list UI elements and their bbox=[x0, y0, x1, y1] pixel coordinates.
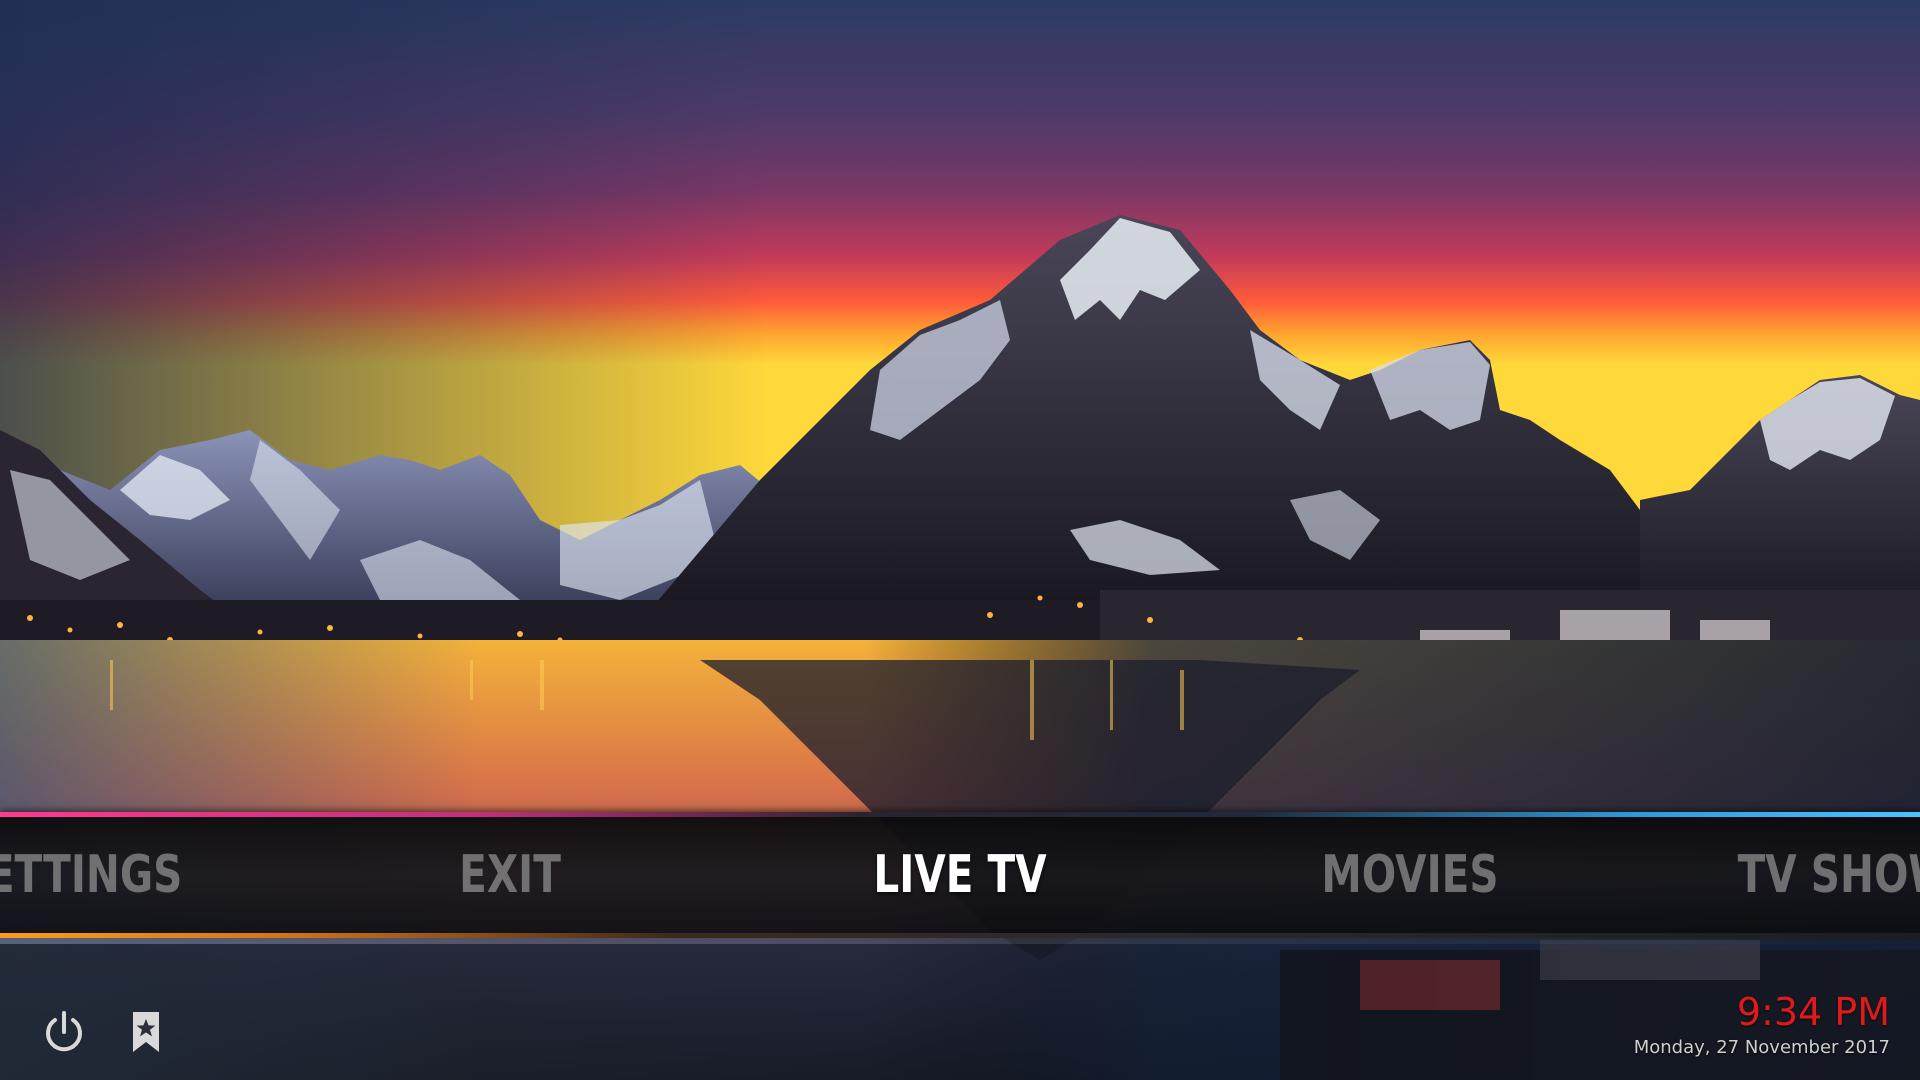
footer-shade bbox=[0, 944, 1920, 1080]
menu-item-live-tv[interactable]: LIVE TV bbox=[788, 817, 1131, 933]
main-menu-bar: SETTINGS EXIT LIVE TV MOVIES TV SHOWS bbox=[0, 812, 1920, 938]
menu-item-tv-shows[interactable]: TV SHOWS bbox=[1688, 817, 1920, 933]
menu-item-movies[interactable]: MOVIES bbox=[1238, 817, 1581, 933]
home-screen: SETTINGS EXIT LIVE TV MOVIES TV SHOWS 9:… bbox=[0, 0, 1920, 1080]
clock-date: Monday, 27 November 2017 bbox=[1633, 1037, 1890, 1058]
main-menu-items: SETTINGS EXIT LIVE TV MOVIES TV SHOWS bbox=[0, 817, 1920, 933]
menu-item-exit[interactable]: EXIT bbox=[338, 817, 681, 933]
menu-item-settings[interactable]: SETTINGS bbox=[0, 817, 242, 933]
power-button[interactable] bbox=[36, 1004, 92, 1060]
power-icon bbox=[46, 1011, 82, 1052]
favourites-button[interactable] bbox=[118, 1004, 174, 1060]
favourites-star-icon bbox=[133, 1012, 159, 1052]
clock-time: 9:34 PM bbox=[1736, 990, 1890, 1034]
